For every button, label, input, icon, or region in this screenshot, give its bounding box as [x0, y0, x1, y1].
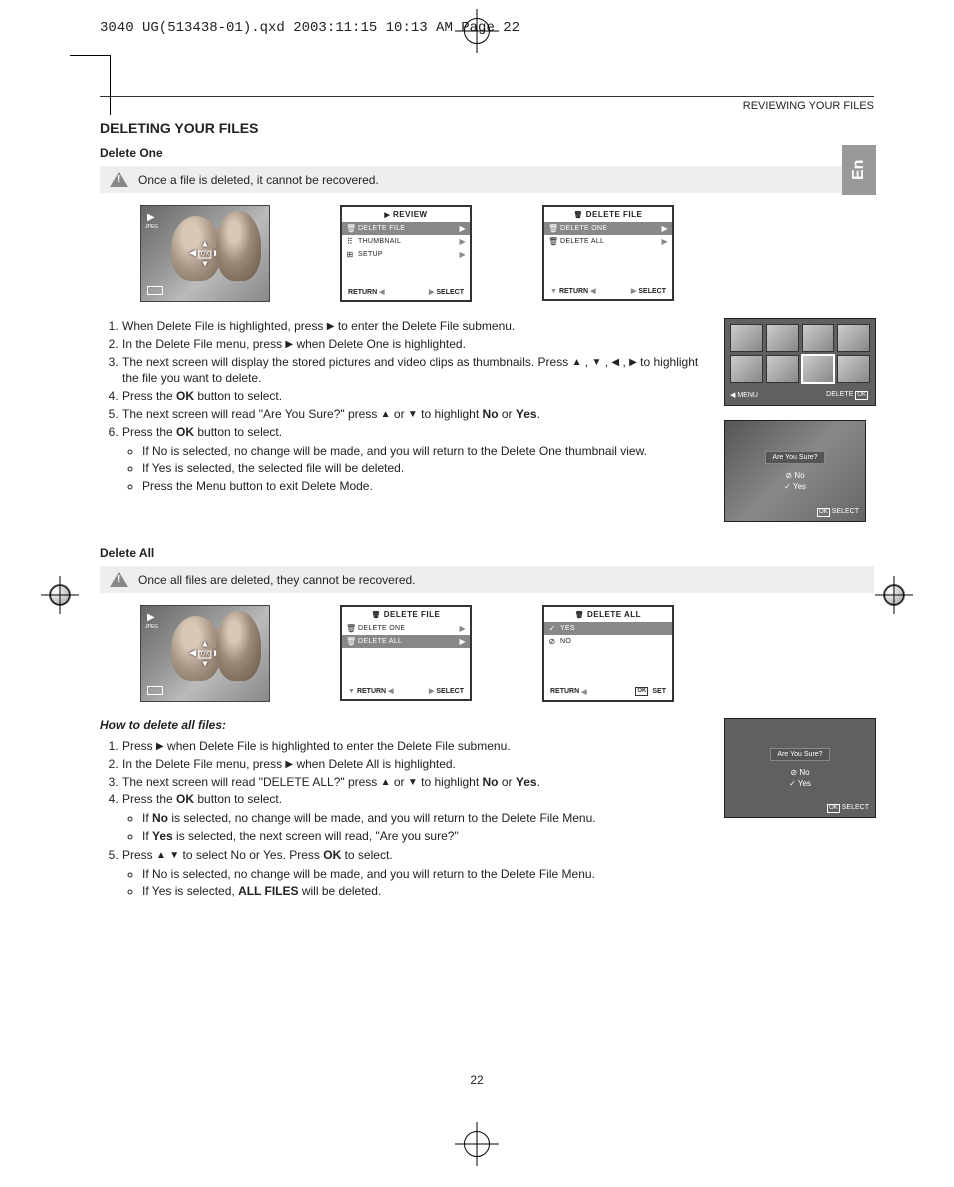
setup-icon: ⊞ [346, 250, 354, 259]
bullet: If No is selected, no change will be mad… [142, 866, 874, 883]
step: Press ▲ ▼ to select No or Yes. Press OK … [122, 847, 874, 900]
check-icon: ✓ [548, 624, 556, 633]
menu-title: 🗑 DELETE FILE [544, 207, 672, 222]
menu-item-delete-one: 🗑DELETE ONE▶ [342, 622, 470, 635]
menu-item-delete-one: 🗑DELETE ONE▶ [544, 222, 672, 235]
menu-item-delete-all: 🗑DELETE ALL▶ [544, 235, 672, 248]
camera-photo-preview: ▶ JPEG ▲ ◀ OK ▶ ▼ [140, 605, 270, 702]
trash-icon: 🗑 [548, 224, 556, 233]
confirm-no: ⊘ No [785, 471, 804, 480]
figure-row-1: ▶ JPEG ▲ ◀ OK ▶ ▼ ▶ REVIEW 🗑DELETE FILE▶… [140, 205, 874, 302]
crop-mark-h [70, 55, 110, 56]
menu-item-thumbnail: ⠿THUMBNAIL▶ [342, 235, 470, 248]
nav-pad: ▲ ◀ OK ▶ ▼ [189, 639, 221, 668]
warning-box: Once a file is deleted, it cannot be rec… [100, 166, 874, 193]
grid-icon: ⠿ [346, 237, 354, 246]
menu-item-delete-all: 🗑DELETE ALL▶ [342, 635, 470, 648]
thumb [802, 324, 835, 352]
delete-file-menu: 🗑 DELETE FILE 🗑DELETE ONE▶ 🗑DELETE ALL▶ … [542, 205, 674, 301]
up-arrow-icon: ▲ [381, 776, 391, 787]
delete-file-menu: 🗑 DELETE FILE 🗑DELETE ONE▶ 🗑DELETE ALL▶ … [340, 605, 472, 701]
right-column-2: Are You Sure? ⊘ No ✓ Yes OKSELECT [724, 718, 874, 832]
down-arrow-icon: ▼ [408, 409, 418, 420]
jpeg-label: JPEG [145, 624, 158, 630]
delete-label: DELETE OK [826, 391, 870, 400]
menu-title: 🗑 DELETE FILE [342, 607, 470, 622]
down-arrow-icon: ▼ [591, 356, 601, 367]
confirm-panel: Are You Sure? ⊘ No ✓ Yes OKSELECT [724, 420, 866, 522]
trash-icon: 🗑 [548, 237, 556, 246]
registration-mark-top [464, 18, 490, 44]
confirm-select: OKSELECT [827, 804, 869, 813]
warning-text: Once a file is deleted, it cannot be rec… [138, 173, 379, 187]
thumb [766, 324, 799, 352]
registration-mark-right [879, 580, 909, 610]
right-arrow-icon: ▶ [156, 741, 164, 752]
thumb [730, 324, 763, 352]
confirm-title: Are You Sure? [770, 748, 829, 761]
up-arrow-icon: ▲ [156, 850, 166, 861]
subsection-delete-all: Delete All [100, 546, 874, 560]
camera-photo-preview: ▶ JPEG ▲ ◀ OK ▶ ▼ [140, 205, 270, 302]
delete-all-menu: 🗑 DELETE ALL ✓YES ⊘NO RETURN ◀OK SET [542, 605, 674, 702]
registration-mark-left [45, 580, 75, 610]
confirm-yes: ✓ Yes [789, 779, 811, 788]
jpeg-label: JPEG [145, 224, 158, 230]
thumb [837, 324, 870, 352]
trash-icon: 🗑 [346, 637, 354, 646]
thumb [766, 355, 799, 383]
thumb-selected [802, 355, 835, 383]
warning-text: Once all files are deleted, they cannot … [138, 573, 416, 587]
warning-box: Once all files are deleted, they cannot … [100, 566, 874, 593]
confirm-no: ⊘ No [790, 768, 809, 777]
confirm-yes: ✓ Yes [784, 482, 806, 491]
menu-item-delete-file: 🗑DELETE FILE▶ [342, 222, 470, 235]
confirm-title: Are You Sure? [765, 451, 824, 464]
menu-item-no: ⊘NO [544, 635, 672, 648]
crop-mark-v [110, 55, 111, 115]
thumb [837, 355, 870, 383]
trash-icon: 🗑 [346, 224, 354, 233]
up-arrow-icon: ▲ [381, 409, 391, 420]
menu-label: ◀ MENU [730, 391, 758, 400]
play-icon: ▶ [147, 612, 155, 623]
left-arrow-icon: ◀ [611, 356, 619, 367]
thumb [730, 355, 763, 383]
right-column-1: ◀ MENU DELETE OK Are You Sure? ⊘ No ✓ Ye… [724, 318, 874, 536]
right-arrow-icon: ▶ [285, 759, 293, 770]
nav-pad: ▲ ◀ OK ▶ ▼ [189, 239, 221, 268]
down-arrow-icon: ▼ [408, 776, 418, 787]
content-area: REVIEWING YOUR FILES En DELETING YOUR FI… [100, 96, 874, 906]
up-arrow-icon: ▲ [572, 356, 582, 367]
menu-item-yes: ✓YES [544, 622, 672, 635]
confirm-panel-2: Are You Sure? ⊘ No ✓ Yes OKSELECT [724, 718, 876, 818]
battery-icon [147, 686, 163, 695]
right-arrow-icon: ▶ [629, 356, 637, 367]
trash-icon: 🗑 [346, 624, 354, 633]
menu-title: 🗑 DELETE ALL [544, 607, 672, 622]
page-title: DELETING YOUR FILES [100, 120, 874, 136]
warning-icon [110, 172, 128, 187]
menu-item-setup: ⊞SETUP▶ [342, 248, 470, 261]
right-arrow-icon: ▶ [285, 339, 293, 350]
warning-icon [110, 572, 128, 587]
registration-mark-bottom [464, 1131, 490, 1157]
down-arrow-icon: ▼ [169, 850, 179, 861]
subsection-delete-one: Delete One [100, 146, 874, 160]
menu-title: ▶ REVIEW [342, 207, 470, 222]
review-menu: ▶ REVIEW 🗑DELETE FILE▶ ⠿THUMBNAIL▶ ⊞SETU… [340, 205, 472, 302]
play-icon: ▶ [147, 212, 155, 223]
figure-row-2: ▶ JPEG ▲ ◀ OK ▶ ▼ 🗑 DELETE FILE 🗑DELETE … [140, 605, 874, 702]
page: 3040 UG(513438-01).qxd 2003:11:15 10:13 … [0, 0, 954, 1187]
page-number: 22 [470, 1073, 483, 1087]
language-tab: En [842, 145, 876, 195]
confirm-select: OKSELECT [817, 508, 859, 517]
bullet: If Yes is selected, ALL FILES will be de… [142, 883, 874, 900]
section-header: REVIEWING YOUR FILES [100, 96, 874, 112]
thumbnail-panel: ◀ MENU DELETE OK [724, 318, 876, 406]
cancel-icon: ⊘ [548, 637, 556, 646]
battery-icon [147, 286, 163, 295]
